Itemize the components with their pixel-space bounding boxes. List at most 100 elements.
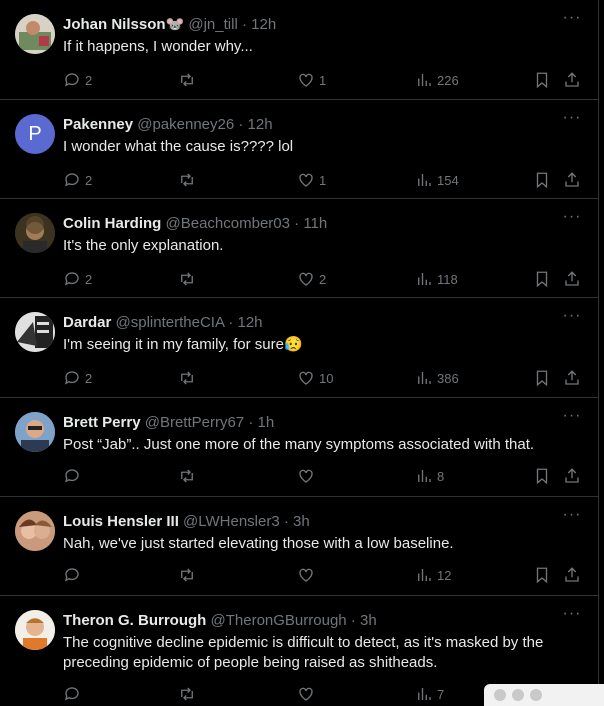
views-button[interactable]: 118 — [415, 269, 458, 289]
views-icon — [418, 372, 431, 384]
reply-button[interactable] — [63, 684, 85, 704]
retweet-button[interactable] — [178, 170, 200, 190]
reply-button[interactable]: 2 — [63, 70, 92, 90]
avatar[interactable]: P — [15, 114, 55, 154]
share-icon — [565, 271, 579, 286]
like-count: 2 — [319, 271, 327, 287]
share-button[interactable] — [563, 70, 581, 90]
retweet-button[interactable] — [178, 565, 200, 585]
user-handle[interactable]: @TheronGBurrough — [211, 612, 347, 629]
tweet[interactable]: Brett Perry @BrettPerry67 · 1h ··· Post … — [0, 398, 598, 497]
view-count: 7 — [437, 686, 445, 702]
display-name[interactable]: Louis Hensler III — [63, 513, 179, 530]
reply-button[interactable]: 2 — [63, 368, 92, 388]
tweet[interactable]: Louis Hensler III @LWHensler3 · 3h ··· N… — [0, 497, 598, 596]
share-icon — [565, 172, 579, 187]
window-maximize-button[interactable] — [530, 689, 542, 701]
timestamp[interactable]: 3h — [293, 513, 310, 530]
like-button[interactable]: 1 — [297, 170, 326, 190]
timestamp[interactable]: 3h — [360, 612, 377, 629]
like-button[interactable] — [297, 565, 319, 585]
action-bar: 2 10 386 — [63, 368, 588, 388]
views-button[interactable]: 8 — [415, 466, 444, 486]
reply-count: 2 — [85, 271, 93, 287]
display-name[interactable]: Theron G. Burrough — [63, 612, 206, 629]
more-options-icon[interactable]: ··· — [562, 308, 582, 330]
user-handle[interactable]: @jn_till — [188, 16, 237, 33]
retweet-button[interactable] — [178, 70, 200, 90]
timestamp[interactable]: 12h — [251, 16, 276, 33]
reply-button[interactable]: 2 — [63, 269, 92, 289]
tweet[interactable]: Dardar @splintertheCIA · 12h ··· I'm see… — [0, 298, 598, 398]
bookmark-icon — [536, 72, 548, 89]
share-icon — [565, 567, 579, 582]
display-name[interactable]: Johan Nilsson🐭 — [63, 16, 184, 33]
views-button[interactable]: 386 — [415, 368, 459, 388]
bookmark-button[interactable] — [533, 170, 551, 190]
retweet-button[interactable] — [178, 269, 200, 289]
like-button[interactable] — [297, 684, 319, 704]
views-button[interactable]: 226 — [415, 70, 459, 90]
timestamp[interactable]: 12h — [238, 314, 263, 331]
more-options-icon[interactable]: ··· — [562, 10, 582, 32]
bookmark-button[interactable] — [533, 70, 551, 90]
avatar[interactable] — [15, 14, 55, 54]
share-button[interactable] — [563, 170, 581, 190]
user-handle[interactable]: @LWHensler3 — [183, 513, 280, 530]
retweet-icon — [181, 371, 193, 385]
more-options-icon[interactable]: ··· — [562, 606, 582, 628]
share-button[interactable] — [563, 565, 581, 585]
retweet-button[interactable] — [178, 684, 200, 704]
more-options-icon[interactable]: ··· — [562, 209, 582, 231]
user-handle[interactable]: @pakenney26 — [137, 116, 234, 133]
avatar[interactable] — [15, 412, 55, 452]
tweet-text: I'm seeing it in my family, for sure😥 — [63, 336, 303, 353]
more-options-icon[interactable]: ··· — [562, 507, 582, 529]
avatar[interactable] — [15, 610, 55, 650]
tweet[interactable]: Colin Harding @Beachcomber03 · 11h ··· I… — [0, 199, 598, 298]
avatar[interactable] — [15, 213, 55, 253]
like-button[interactable]: 1 — [297, 70, 326, 90]
tweet[interactable]: Johan Nilsson🐭 @jn_till · 12h ··· If it … — [0, 0, 598, 100]
timestamp[interactable]: 1h — [258, 414, 275, 431]
timestamp[interactable]: 12h — [248, 116, 273, 133]
user-handle[interactable]: @Beachcomber03 — [166, 215, 290, 232]
bookmark-button[interactable] — [533, 466, 551, 486]
reply-button[interactable]: 2 — [63, 170, 92, 190]
like-button[interactable] — [297, 466, 319, 486]
share-button[interactable] — [563, 466, 581, 486]
views-button[interactable]: 7 — [415, 684, 444, 704]
display-name[interactable]: Dardar — [63, 314, 111, 331]
more-options-icon[interactable]: ··· — [562, 110, 582, 132]
display-name[interactable]: Brett Perry — [63, 414, 141, 431]
tweet-header: Johan Nilsson🐭 @jn_till · 12h — [63, 15, 276, 35]
views-button[interactable]: 154 — [415, 170, 459, 190]
like-button[interactable]: 10 — [297, 368, 333, 388]
avatar[interactable] — [15, 511, 55, 551]
tweet-header: Colin Harding @Beachcomber03 · 11h — [63, 214, 327, 234]
tweet[interactable]: P Pakenney @pakenney26 · 12h ··· I wonde… — [0, 100, 598, 199]
share-button[interactable] — [563, 269, 581, 289]
more-options-icon[interactable]: ··· — [562, 408, 582, 430]
window-close-button[interactable] — [494, 689, 506, 701]
bookmark-button[interactable] — [533, 565, 551, 585]
avatar[interactable] — [15, 312, 55, 352]
tweet-text: The cognitive decline epidemic is diffic… — [63, 634, 544, 671]
bookmark-button[interactable] — [533, 269, 551, 289]
bookmark-button[interactable] — [533, 368, 551, 388]
retweet-button[interactable] — [178, 466, 200, 486]
tweet-text: If it happens, I wonder why... — [63, 38, 253, 55]
share-button[interactable] — [563, 368, 581, 388]
like-button[interactable]: 2 — [297, 269, 326, 289]
window-minimize-button[interactable] — [512, 689, 524, 701]
retweet-button[interactable] — [178, 368, 200, 388]
user-handle[interactable]: @splintertheCIA — [116, 314, 225, 331]
tweet-text: Nah, we've just started elevating those … — [63, 535, 454, 552]
reply-button[interactable] — [63, 466, 85, 486]
display-name[interactable]: Pakenney — [63, 116, 133, 133]
reply-button[interactable] — [63, 565, 85, 585]
views-button[interactable]: 12 — [415, 565, 451, 585]
user-handle[interactable]: @BrettPerry67 — [145, 414, 244, 431]
display-name[interactable]: Colin Harding — [63, 215, 161, 232]
timestamp[interactable]: 11h — [303, 215, 327, 232]
